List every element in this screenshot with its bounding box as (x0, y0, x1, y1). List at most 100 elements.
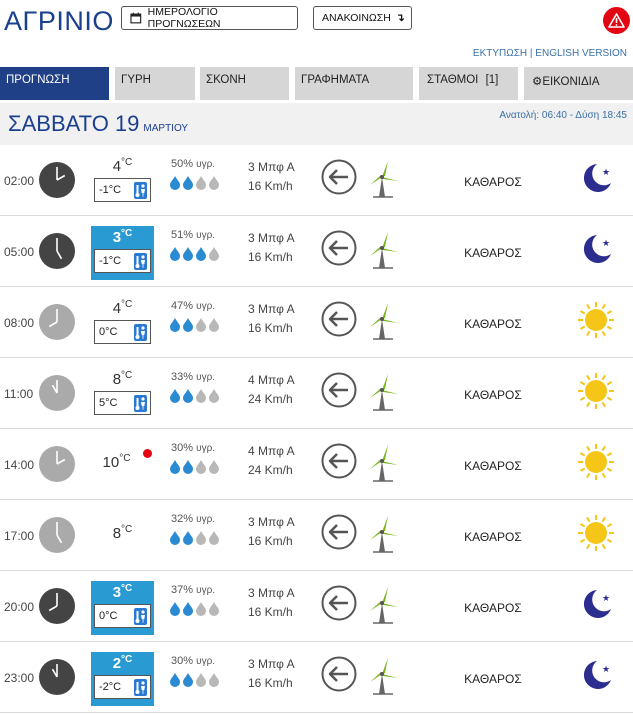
temperature-value: 4 (112, 300, 122, 317)
feels-like-icon (134, 607, 147, 625)
tab-stations[interactable]: ΣΤΑΘΜΟΙ [1] (419, 67, 518, 100)
humidity-value: 30% (171, 655, 194, 667)
tab-pollen[interactable]: ΓΥΡΗ (115, 67, 195, 100)
warning-alert-icon[interactable] (603, 7, 630, 34)
drop-icon (170, 602, 180, 616)
wind-beaufort: 3 Μπφ Α (248, 231, 295, 245)
wind-info: 3 Μπφ Α 16 Km/h (248, 513, 295, 551)
svg-text:★: ★ (602, 239, 610, 249)
rain-drops (170, 318, 219, 332)
wind-speed: 16 Km/h (248, 250, 293, 264)
feels-like-value: 5°C (99, 397, 118, 409)
drop-icon (170, 531, 180, 545)
wind-direction-arrow-icon (321, 514, 357, 555)
clock-icon (38, 374, 76, 417)
humidity-value: 30% (171, 442, 194, 454)
row-time: 11:00 (4, 387, 34, 401)
drop-icon (170, 318, 180, 332)
temperature-unit: °C (121, 299, 133, 310)
temperature: 4°C (91, 157, 154, 175)
wind-beaufort: 3 Μπφ Α (248, 160, 295, 174)
link-separator: | (529, 48, 533, 59)
max-temperature-dot (143, 449, 152, 458)
clock-icon (38, 658, 76, 701)
print-language-links: ΕΚΤΥΠΩΣΗ | ENGLISH VERSION (473, 48, 627, 59)
temperature-value: 3 (112, 229, 122, 246)
humidity: 30% υγρ. (171, 655, 215, 667)
tab-dust[interactable]: ΣΚΟΝΗ (200, 67, 289, 100)
calendar-icon (130, 12, 142, 24)
wind-direction-arrow-icon (321, 443, 357, 484)
moon-icon: ★ (577, 585, 615, 628)
temperature-unit: °C (121, 370, 133, 381)
row-time: 23:00 (4, 671, 35, 685)
wind-speed: 16 Km/h (248, 534, 293, 548)
feels-like-icon (134, 678, 147, 696)
humidity-value: 50% (171, 158, 194, 170)
drop-icon (196, 460, 206, 474)
sky-condition: ΚΑΘΑΡΟΣ (464, 175, 522, 189)
tab-icons[interactable]: ⚙ΕΙΚΟΝΙΔΙΑ (524, 67, 633, 100)
drop-icon (170, 247, 180, 261)
english-version-link[interactable]: ENGLISH VERSION (535, 48, 627, 59)
stations-count-badge: [1] (485, 74, 499, 86)
humidity: 51% υγρ. (171, 229, 215, 241)
drop-icon (196, 602, 206, 616)
sun-icon (577, 514, 615, 557)
forecast-calendar-button[interactable]: ΗΜΕΡΟΛΟΓΙΟ ΠΡΟΓΝΩΣΕΩΝ (121, 6, 298, 30)
temperature-value: 8 (112, 371, 122, 388)
svg-text:★: ★ (602, 665, 610, 675)
feels-like-value: -2°C (99, 681, 122, 693)
wind-speed: 16 Km/h (248, 179, 293, 193)
rain-drops (170, 602, 219, 616)
forecast-row: 11:00 8°C 5°C 33% υγρ. 4 Μπφ Α 24 Km/h ΚΑΘΑΡΟΣ (0, 358, 633, 429)
forecast-row: 05:00 3°C -1°C 51% υγρ. 3 Μπφ Α 16 Km/h ΚΑΘΑΡΟ… (0, 216, 633, 287)
tab-charts[interactable]: ΓΡΑΦΗΜΑΤΑ (295, 67, 413, 100)
temperature: 10°C (85, 453, 148, 471)
rain-drops (170, 389, 219, 403)
clock-icon (38, 232, 76, 275)
sunrise-sunset: Ανατολή: 06:40 - Δύση 18:45 (499, 110, 627, 121)
day-title: ΣΑΒΒΑΤΟ 19 ΜΑΡΤΙΟΥ (8, 111, 188, 137)
humidity: 33% υγρ. (171, 371, 215, 383)
date-header: ΣΑΒΒΑΤΟ 19 ΜΑΡΤΙΟΥ Ανατολή: 06:40 - Δύση … (0, 103, 633, 145)
drop-icon (209, 602, 219, 616)
drop-icon (196, 531, 206, 545)
wind-direction-arrow-icon (321, 585, 357, 626)
feels-like-value: -1°C (99, 184, 122, 196)
sky-condition: ΚΑΘΑΡΟΣ (464, 672, 522, 686)
clock-icon (38, 303, 76, 346)
announcement-button-label: ΑΝΑΚΟΙΝΩΣΗ (322, 12, 391, 24)
print-link[interactable]: ΕΚΤΥΠΩΣΗ (473, 48, 527, 59)
temperature: 3°C (91, 228, 154, 246)
temperature-cell: 8°C (91, 510, 154, 564)
windmill-icon (368, 514, 400, 559)
wind-speed: 24 Km/h (248, 463, 293, 477)
tab-forecast[interactable]: ΠΡΟΓΝΩΣΗ (0, 67, 109, 100)
temperature-cell: 8°C 5°C (91, 368, 154, 422)
announcement-button[interactable]: ΑΝΑΚΟΙΝΩΣΗ ↴ (313, 6, 412, 30)
temperature: 8°C (91, 370, 154, 388)
city-title: ΑΓΡΙΝΙΟ (4, 6, 114, 36)
wind-beaufort: 4 Μπφ Α (248, 373, 295, 387)
temperature: 4°C (91, 299, 154, 317)
tab-label: ΣΚΟΝΗ (206, 74, 246, 86)
wind-beaufort: 3 Μπφ Α (248, 515, 295, 529)
row-time: 05:00 (4, 245, 35, 259)
row-time: 17:00 (4, 529, 35, 543)
drop-icon (170, 389, 180, 403)
feels-like-icon (134, 181, 147, 199)
temperature-unit: °C (119, 453, 131, 464)
tab-label: ΠΡΟΓΝΩΣΗ (6, 74, 70, 86)
feels-like-icon (134, 394, 147, 412)
tab-label: ΓΥΡΗ (121, 74, 151, 86)
gear-icon: ⚙ (532, 76, 543, 88)
humidity-label: υγρ. (196, 230, 216, 241)
drop-icon (196, 318, 206, 332)
tab-label: ΓΡΑΦΗΜΑΤΑ (301, 74, 370, 86)
forecast-row: 02:00 4°C -1°C 50% υγρ. 3 Μπφ Α 16 Km/h ΚΑΘΑΡΟ… (0, 145, 633, 216)
row-time: 20:00 (4, 600, 35, 614)
windmill-icon (368, 301, 400, 346)
drop-icon (183, 176, 193, 190)
humidity-label: υγρ. (196, 301, 216, 312)
